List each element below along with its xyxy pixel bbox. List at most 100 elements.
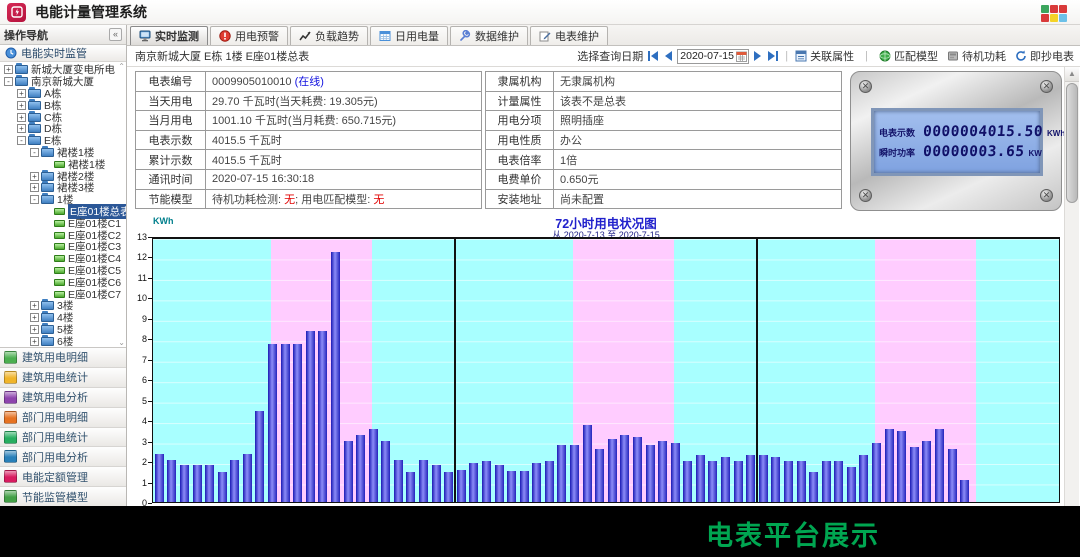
toolbar-button-即抄电表[interactable]: 即抄电表 — [1015, 48, 1074, 64]
sidebar-header: 操作导航 « — [0, 25, 126, 45]
folder-icon — [15, 77, 28, 86]
expand-icon[interactable]: + — [30, 183, 39, 192]
field-label: 计量属性 — [486, 91, 554, 111]
table-row: 用电分项照明插座 — [486, 111, 842, 131]
tree-item-D栋[interactable]: +D栋 — [0, 123, 126, 135]
collapse-icon[interactable]: - — [30, 148, 39, 157]
table-row: 电表示数4015.5 千瓦时 — [136, 130, 482, 150]
sidebar-item-建筑用电明细[interactable]: 建筑用电明细 — [0, 348, 126, 368]
tab-实时监测[interactable]: 实时监测 — [130, 26, 208, 45]
field-label: 节能模型 — [136, 189, 206, 209]
tab-用电预警[interactable]: 用电预警 — [210, 26, 288, 45]
expand-icon[interactable]: + — [17, 89, 26, 98]
grid-logo-icon[interactable] — [1041, 5, 1068, 22]
tree-item-裙楼1楼[interactable]: -裙楼1楼 — [0, 147, 126, 159]
tree-item-B栋[interactable]: +B栋 — [0, 99, 126, 111]
expand-icon[interactable]: + — [17, 124, 26, 133]
toolbar-button-label: 待机功耗 — [962, 48, 1006, 64]
sidebar-item-电能定额管理[interactable]: 电能定额管理 — [0, 467, 126, 487]
sidebar-item-建筑用电分析[interactable]: 建筑用电分析 — [0, 388, 126, 408]
tree-item-6楼[interactable]: +6楼 — [0, 335, 126, 347]
tab-label: 实时监测 — [155, 28, 199, 44]
nav-prev-icon[interactable] — [664, 51, 672, 61]
toolbar-button-匹配模型[interactable]: 匹配模型 — [879, 48, 938, 64]
expand-icon[interactable]: + — [30, 172, 39, 181]
hour-usage-bar — [696, 455, 705, 502]
tab-负载趋势[interactable]: 负载趋势 — [290, 26, 368, 45]
tab-日用电量[interactable]: 日用电量 — [370, 26, 448, 45]
nav-next-icon[interactable] — [754, 51, 762, 61]
hour-usage-bar — [759, 455, 768, 502]
y-axis-unit-label: KWh — [153, 216, 174, 226]
y-tick-label: 4 — [127, 416, 147, 426]
expand-icon[interactable]: + — [4, 65, 13, 74]
module-icon — [4, 391, 17, 404]
main-area: 实时监测用电预警负载趋势日用电量数据维护电表维护 南京新城大厦 E栋 1楼 E座… — [127, 25, 1080, 506]
collapse-icon[interactable]: - — [4, 77, 13, 86]
value-part: 2020-07-15 16:30:18 — [212, 173, 314, 185]
sidebar-item-节能监管模型[interactable]: 节能监管模型 — [0, 487, 126, 507]
expand-icon[interactable]: + — [17, 113, 26, 122]
nav-last-icon[interactable] — [767, 51, 778, 61]
scroll-up-arrow-icon[interactable]: ▲ — [1065, 67, 1079, 82]
expand-icon[interactable]: + — [30, 313, 39, 322]
hour-usage-bar — [193, 465, 202, 502]
hour-usage-bar — [922, 441, 931, 502]
value-part: (在线) — [295, 76, 324, 88]
tree-item-南京新城大厦[interactable]: -南京新城大厦 — [0, 76, 126, 88]
sidebar-item-部门用电明细[interactable]: 部门用电明细 — [0, 408, 126, 428]
table-row: 用电性质办公 — [486, 130, 842, 150]
hour-usage-bar — [482, 461, 491, 502]
sidebar-item-label: 电能定额管理 — [22, 469, 88, 485]
hour-usage-bar — [910, 447, 919, 502]
tree-item-C栋[interactable]: +C栋 — [0, 111, 126, 123]
hour-usage-bar — [394, 460, 403, 502]
field-value: 4015.5 千瓦时 — [206, 130, 482, 150]
folder-icon — [41, 313, 54, 322]
hour-usage-bar — [545, 461, 554, 502]
lcd-value: 0000004015.50 — [922, 124, 1043, 140]
table-row: 当天用电29.70 千瓦时(当天耗费: 19.305元) — [136, 91, 482, 111]
tree-scroll-down[interactable]: ⌄ — [118, 338, 125, 347]
table-row: 计量属性该表不是总表 — [486, 91, 842, 111]
collapse-icon[interactable]: - — [17, 136, 26, 145]
sidebar-item-建筑用电统计[interactable]: 建筑用电统计 — [0, 368, 126, 388]
collapse-icon[interactable]: - — [30, 195, 39, 204]
hour-usage-bar — [520, 471, 529, 502]
toolbar-button-待机功耗[interactable]: 待机功耗 — [947, 48, 1006, 64]
tree-scroll-up[interactable]: ⌃ — [118, 62, 125, 71]
hour-usage-bar — [180, 465, 189, 502]
sidebar-item-部门用电统计[interactable]: 部门用电统计 — [0, 428, 126, 448]
module-icon — [4, 351, 17, 364]
hour-usage-bar — [897, 431, 906, 502]
expand-icon[interactable]: + — [17, 101, 26, 110]
sidebar-section-realtime[interactable]: 电能实时监管 — [0, 45, 126, 62]
sidebar: 操作导航 « 电能实时监管 ⌃ ⌄ +新城大厦变电所电-南京新城大厦+A栋+B栋… — [0, 25, 127, 506]
tab-label: 电表维护 — [555, 28, 599, 44]
lcd-unit: KWh — [1047, 129, 1065, 138]
folder-icon — [41, 337, 54, 346]
toolbar-button-关联属性[interactable]: 关联属性 — [795, 48, 854, 64]
vertical-scrollbar[interactable]: ▲ — [1064, 67, 1079, 506]
expand-icon[interactable]: + — [30, 301, 39, 310]
expand-icon[interactable]: + — [30, 337, 39, 346]
hour-usage-bar — [507, 471, 516, 502]
sidebar-item-部门用电分析[interactable]: 部门用电分析 — [0, 447, 126, 467]
field-value: 该表不是总表 — [554, 91, 842, 111]
scrollbar-thumb[interactable] — [1066, 83, 1078, 203]
hour-usage-bar — [784, 461, 793, 502]
nav-first-icon[interactable] — [648, 51, 659, 61]
tab-数据维护[interactable]: 数据维护 — [450, 26, 528, 45]
tree-item-A栋[interactable]: +A栋 — [0, 88, 126, 100]
hour-usage-bar — [457, 470, 466, 502]
calendar-button-icon[interactable] — [736, 51, 747, 62]
collapse-sidebar-button[interactable]: « — [109, 28, 122, 41]
module-icon — [4, 431, 17, 444]
hour-usage-bar — [948, 449, 957, 502]
expand-icon[interactable]: + — [30, 325, 39, 334]
y-tick-label: 2 — [127, 457, 147, 467]
table-row: 通讯时间 2020-07-15 16:30:18 — [136, 169, 482, 189]
field-label: 通讯时间 — [136, 169, 206, 189]
tab-电表维护[interactable]: 电表维护 — [530, 26, 608, 45]
meter-icon — [54, 220, 65, 227]
